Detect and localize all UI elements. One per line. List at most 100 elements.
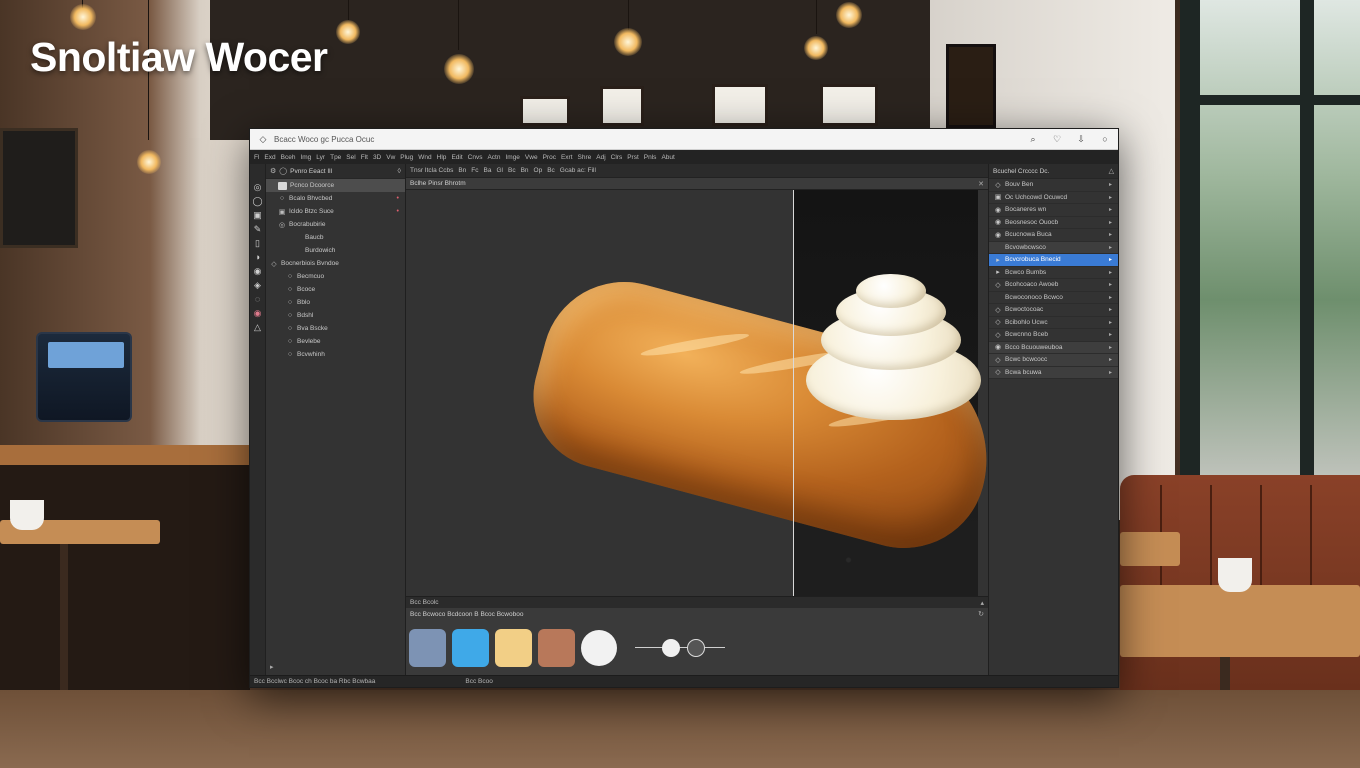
image-canvas[interactable]	[406, 190, 988, 596]
option-item[interactable]: Bn	[521, 167, 529, 174]
property-row[interactable]: ◇ Bcwa bcuwa ▸	[989, 366, 1118, 379]
color-tool-icon[interactable]: ◉	[252, 308, 263, 319]
menu-item[interactable]: Sel	[346, 154, 355, 161]
menu-item[interactable]: Exd	[264, 154, 275, 161]
menu-item[interactable]: Wnd	[418, 154, 431, 161]
menu-item[interactable]: Plug	[400, 154, 413, 161]
expand-arrow-icon[interactable]: ▸	[1109, 306, 1112, 313]
layer-row[interactable]: ○ Bblo	[266, 296, 405, 309]
menu-item[interactable]: Actn	[487, 154, 500, 161]
menu-item[interactable]: Vwe	[525, 154, 538, 161]
menu-item[interactable]: Flt	[361, 154, 368, 161]
menu-item[interactable]: Abut	[661, 154, 674, 161]
expand-arrow-icon[interactable]: ▸	[1109, 206, 1112, 213]
shape-tool-icon[interactable]: ◈	[252, 280, 263, 291]
menu-item[interactable]: Prst	[627, 154, 639, 161]
layer-row[interactable]: ▣ Icldo Btzc Suce •	[266, 205, 405, 218]
close-icon[interactable]: ○	[1100, 134, 1110, 144]
layer-row[interactable]: ○ Bva Bscke	[266, 322, 405, 335]
menu-item[interactable]: Bceh	[281, 154, 296, 161]
expand-arrow-icon[interactable]: ▸	[1109, 319, 1112, 326]
option-item[interactable]: Bn	[458, 167, 466, 174]
layer-row[interactable]: ◇ Bocnerbiois Bvndoe	[266, 257, 405, 270]
option-item[interactable]: Ba	[484, 167, 492, 174]
menu-item[interactable]: Shre	[578, 154, 592, 161]
option-item[interactable]: Op	[534, 167, 543, 174]
filter-icon[interactable]: ◯	[279, 167, 287, 175]
expand-arrow-icon[interactable]: ▸	[1109, 194, 1112, 201]
swatch-terracotta[interactable]	[538, 628, 575, 667]
property-row[interactable]: ◉ Bocaneres wn ▸	[989, 204, 1118, 217]
property-row[interactable]: ▸ Bcwco Bumbs ▸	[989, 267, 1118, 279]
menu-item[interactable]: Adj	[596, 154, 605, 161]
layer-row[interactable]: ○ Bcoce	[266, 283, 405, 296]
expand-arrow-icon[interactable]: ▸	[1109, 294, 1112, 301]
compare-divider[interactable]	[793, 190, 794, 596]
menu-item[interactable]: Proc	[543, 154, 556, 161]
expand-arrow-icon[interactable]: ▸	[1109, 181, 1112, 188]
menu-item[interactable]: Fl	[254, 154, 259, 161]
text-tool-icon[interactable]: ◉	[252, 266, 263, 277]
menu-item[interactable]: Tpe	[330, 154, 341, 161]
swatch-white[interactable]	[581, 629, 617, 666]
property-row[interactable]: ◇ Bcibohlo Ucwc ▸	[989, 317, 1118, 329]
tone-slider[interactable]	[635, 638, 725, 658]
expand-arrow-icon[interactable]: ▸	[1109, 231, 1112, 238]
swatch-sky-blue[interactable]	[452, 628, 489, 667]
property-row[interactable]: ◇ Bouv Ben ▸	[989, 179, 1118, 192]
layer-row[interactable]: ○ Bdshl	[266, 309, 405, 322]
refresh-icon[interactable]: ↻	[978, 610, 984, 618]
layer-row[interactable]: ○ Becmcuo	[266, 270, 405, 283]
expand-arrow-icon[interactable]: ▸	[1109, 244, 1112, 251]
expand-arrow-icon[interactable]: ▸	[1109, 219, 1112, 226]
eraser-tool-icon[interactable]: ▯	[252, 238, 263, 249]
option-item[interactable]: Bc	[508, 167, 516, 174]
property-row[interactable]: Bcwoconoco Bcwco ▸	[989, 292, 1118, 304]
menu-item[interactable]: Pnls	[644, 154, 657, 161]
download-icon[interactable]: ⇩	[1076, 134, 1086, 144]
option-item[interactable]: Tnsr Itcla Ccbs	[410, 167, 453, 174]
swatch-butter[interactable]	[495, 628, 532, 667]
menu-item[interactable]: 3D	[373, 154, 381, 161]
menu-icon[interactable]: ◊	[398, 168, 401, 175]
gradient-tool-icon[interactable]: ◑	[252, 252, 263, 263]
slider-knob-secondary[interactable]	[687, 638, 705, 657]
menu-item[interactable]: Lyr	[316, 154, 325, 161]
property-row[interactable]: ◇ Bcwoctocoac ▸	[989, 304, 1118, 317]
property-row[interactable]: ◇ Bcwc bcwcocc ▸	[989, 354, 1118, 367]
menu-item[interactable]: Hlp	[437, 154, 447, 161]
option-item[interactable]: Fc	[471, 167, 478, 174]
property-row[interactable]: ◇ Bcwcnno Bceb ▸	[989, 329, 1118, 342]
menu-item[interactable]: Cnvs	[468, 154, 483, 161]
layer-row[interactable]: ○ Bcalo Bhvcbed •	[266, 192, 405, 205]
expand-arrow-icon[interactable]: ▸	[1109, 269, 1112, 276]
expand-arrow-icon[interactable]: ▸	[1109, 331, 1112, 338]
menu-item[interactable]: Edit	[451, 154, 462, 161]
property-row[interactable]: ◉ Bcucnowa Buca ▸	[989, 229, 1118, 242]
expand-arrow-icon[interactable]: ▸	[1109, 356, 1112, 363]
layer-row[interactable]: Pcnco Dcoorce	[266, 179, 405, 192]
menu-item[interactable]: Img	[300, 154, 311, 161]
property-row[interactable]: ▸ Bcvcrobuca Bnecid ▸	[989, 254, 1118, 267]
menu-item[interactable]: Imge	[505, 154, 519, 161]
property-row[interactable]: Bcvowbcwsco ▸	[989, 241, 1118, 254]
swatch-blue-grey[interactable]	[409, 628, 446, 667]
search-icon[interactable]: ⌕	[1028, 134, 1038, 144]
zoom-tool-icon[interactable]: △	[252, 322, 263, 333]
option-item[interactable]: Gl	[496, 167, 503, 174]
property-row[interactable]: ◉ Bcco Bcuouweuboa ▸	[989, 341, 1118, 354]
option-item[interactable]: Bc	[547, 167, 555, 174]
menu-item[interactable]: Clrs	[611, 154, 623, 161]
warning-icon[interactable]: △	[1109, 167, 1114, 175]
lasso-tool-icon[interactable]: ◯	[252, 196, 263, 207]
property-row[interactable]: ◇ Bcohcoaco Awoeb ▸	[989, 279, 1118, 292]
hand-tool-icon[interactable]: ◌	[252, 294, 263, 305]
slider-knob[interactable]	[662, 638, 680, 657]
brush-tool-icon[interactable]: ✎	[252, 224, 263, 235]
property-row[interactable]: ◉ Beosnesoc Ouocb ▸	[989, 217, 1118, 229]
expand-arrow-icon[interactable]: ▸	[1109, 344, 1112, 351]
crop-tool-icon[interactable]: ▣	[252, 210, 263, 221]
layer-row[interactable]: ◎ Bocrabubirie	[266, 218, 405, 231]
move-tool-icon[interactable]: ◎	[252, 182, 263, 193]
property-row[interactable]: ▣ Oc Uchcowd Ocuwcd ▸	[989, 192, 1118, 204]
